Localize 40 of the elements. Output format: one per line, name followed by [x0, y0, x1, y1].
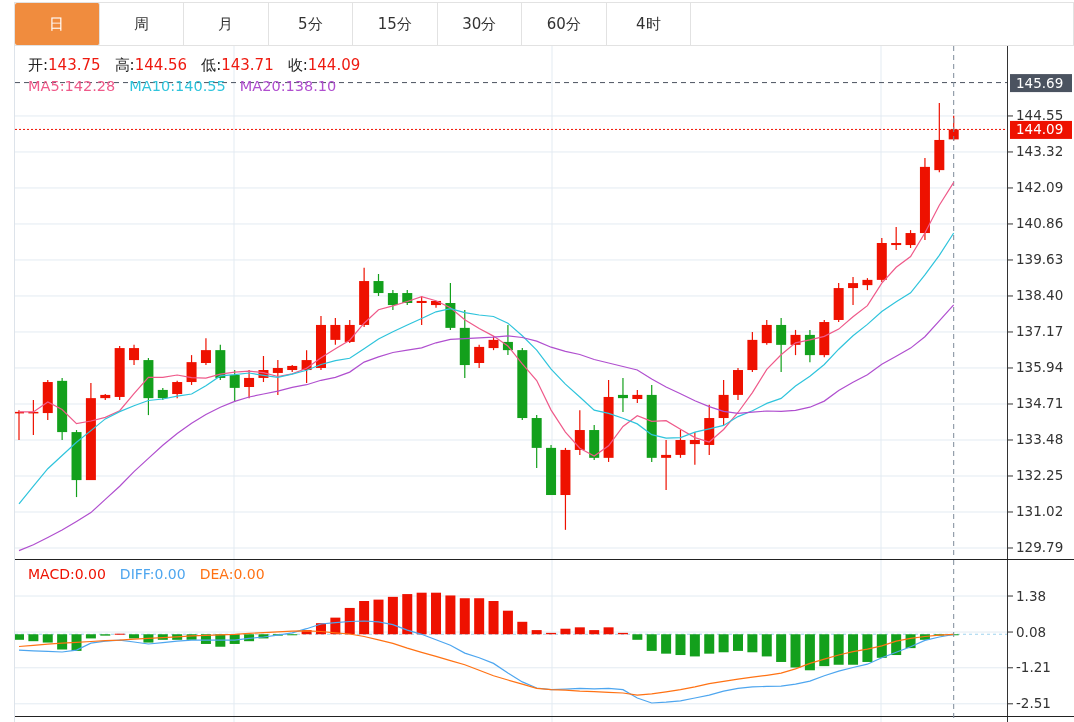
- legend-value: 142.28: [64, 78, 116, 94]
- axis-label: 134.71: [1016, 395, 1064, 412]
- axis-label: 140.86: [1016, 215, 1064, 232]
- axis-label: 132.25: [1016, 467, 1064, 484]
- legend-value: 143.71: [221, 56, 274, 74]
- legend-label: MA20:: [239, 78, 286, 94]
- legend-value: 144.56: [134, 56, 188, 74]
- legend-label: 开:: [28, 56, 49, 74]
- ref-line-label: 145.69: [1016, 74, 1064, 91]
- axis-label: 139.63: [1016, 251, 1064, 268]
- ref-line-label: 144.09: [1016, 121, 1064, 138]
- legend-label: 收:: [287, 56, 308, 74]
- axis-label: 131.02: [1016, 503, 1064, 520]
- legend-label: 高:: [114, 56, 135, 74]
- axis-label: 142.09: [1016, 179, 1064, 196]
- price-tag: 144.09: [1010, 120, 1072, 139]
- legend-value: 143.75: [48, 56, 101, 74]
- legend-value: 0.00: [154, 566, 186, 582]
- price-tag: 145.69: [1010, 74, 1072, 93]
- legend-label: DIFF:: [119, 566, 155, 582]
- axis-label: 1.38: [1016, 587, 1047, 604]
- axis-label: 143.32: [1016, 143, 1064, 160]
- axis-label: 135.94: [1016, 359, 1064, 376]
- legend-value: 0.00: [233, 566, 265, 582]
- legend-label: 低:: [201, 56, 222, 74]
- axis-label: 0.08: [1016, 623, 1047, 640]
- axis-label: 137.17: [1016, 323, 1064, 340]
- axis-label: 133.48: [1016, 431, 1064, 448]
- legend-label: MA5:: [28, 78, 65, 94]
- legend-label: MA10:: [129, 78, 176, 94]
- legend-value: 140.55: [175, 78, 226, 94]
- legend-label: MACD:: [28, 566, 75, 582]
- axis-label: 129.79: [1016, 539, 1064, 556]
- legend-label: DEA:: [199, 566, 234, 582]
- legend-value: 0.00: [74, 566, 106, 582]
- legend-value: 144.09: [307, 56, 361, 74]
- axis-label: -2.51: [1016, 695, 1051, 712]
- axis-label: -1.21: [1016, 659, 1051, 676]
- legend-value: 138.10: [285, 78, 337, 94]
- axis-label: 138.40: [1016, 287, 1064, 304]
